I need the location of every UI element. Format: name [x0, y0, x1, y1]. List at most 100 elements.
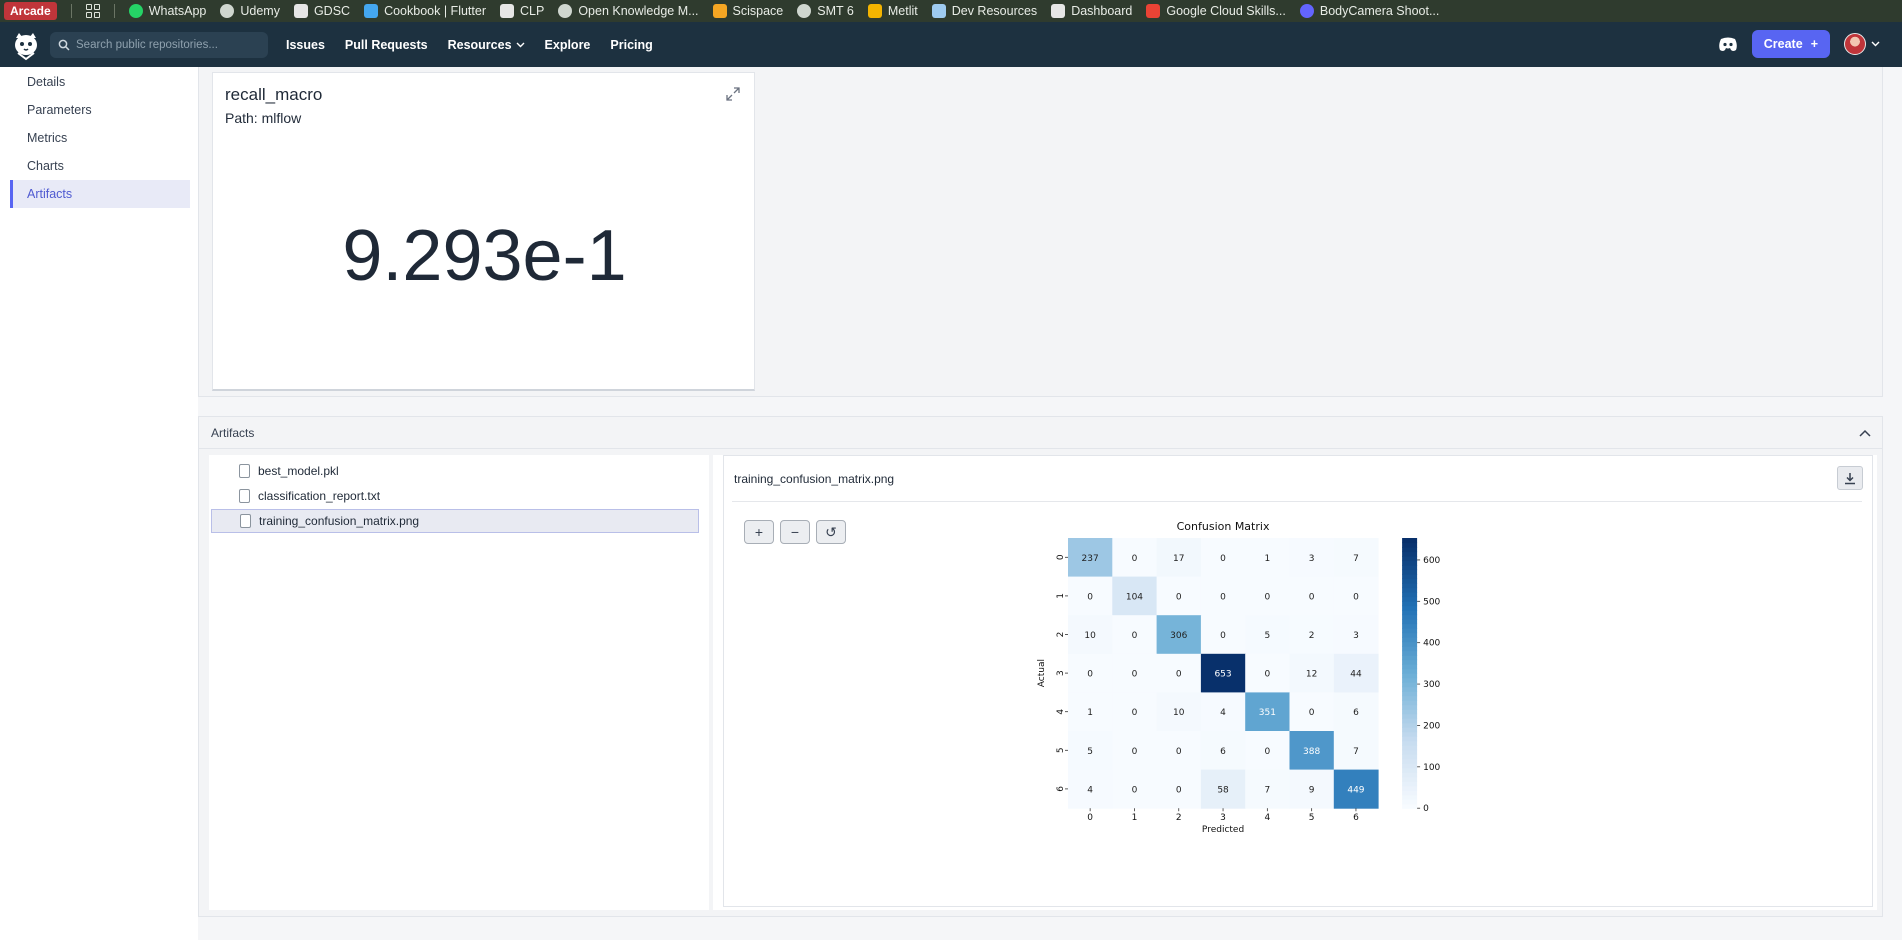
download-button[interactable]	[1837, 466, 1863, 490]
search-input[interactable]	[76, 38, 256, 51]
x-tick-label: 2	[1176, 813, 1182, 823]
artifacts-header[interactable]: Artifacts	[199, 417, 1882, 449]
bookmark-arcade[interactable]: Arcade	[4, 2, 57, 20]
bookmark-item[interactable]: Dev Resources	[931, 4, 1037, 18]
cell-value-label: 3	[1309, 554, 1315, 564]
dagshub-logo-icon[interactable]	[10, 29, 42, 61]
flutter-icon	[364, 4, 379, 18]
colorbar-segment	[1402, 551, 1418, 557]
bookmark-item[interactable]: GDSC	[293, 4, 350, 18]
apps-grid-icon[interactable]	[85, 4, 100, 18]
x-tick-label: 1	[1132, 813, 1138, 823]
cell-value-label: 237	[1082, 554, 1099, 564]
colorbar-segment	[1402, 695, 1418, 701]
chevron-down-icon	[516, 42, 525, 47]
cell-value-label: 0	[1264, 747, 1270, 757]
y-tick-label: 4	[1056, 709, 1066, 715]
bookmark-item[interactable]: Dashboard	[1051, 4, 1132, 18]
colorbar-segment	[1402, 623, 1418, 629]
y-tick-label: 2	[1056, 632, 1066, 638]
cell-value-label: 449	[1347, 785, 1364, 795]
drive-icon	[867, 4, 882, 18]
divider	[113, 4, 115, 18]
file-item[interactable]: best_model.pkl	[211, 459, 699, 483]
file-item[interactable]: classification_report.txt	[211, 484, 699, 508]
colorbar-segment	[1402, 587, 1418, 593]
colorbar-segment	[1402, 641, 1418, 647]
cell-value-label: 10	[1173, 708, 1185, 718]
cell-value-label: 6	[1220, 747, 1226, 757]
colorbar-tick-label: 0	[1423, 804, 1429, 814]
chevron-up-icon[interactable]	[1858, 426, 1872, 440]
sidebar-item-parameters[interactable]: Parameters	[10, 96, 190, 124]
bookmark-item[interactable]: Cookbook | Flutter	[364, 4, 486, 18]
bookmark-item[interactable]: Metlit	[867, 4, 918, 18]
cell-value-label: 0	[1176, 785, 1182, 795]
colorbar-segment	[1402, 722, 1418, 728]
colorbar-segment	[1402, 781, 1418, 787]
bookmark-item[interactable]: BodyCamera Shoot...	[1299, 4, 1439, 18]
search-box[interactable]	[50, 31, 268, 58]
sidebar-item-artifacts[interactable]: Artifacts	[10, 180, 190, 208]
expand-icon[interactable]	[726, 87, 740, 101]
colorbar-segment	[1402, 560, 1418, 566]
cell-value-label: 9	[1309, 785, 1315, 795]
file-name: classification_report.txt	[258, 489, 381, 503]
cell-value-label: 44	[1350, 670, 1362, 680]
cell-value-label: 653	[1214, 670, 1231, 680]
sidebar-item-charts[interactable]: Charts	[10, 152, 190, 180]
zoom-in-button[interactable]: +	[744, 520, 774, 544]
colorbar-segment	[1402, 659, 1418, 665]
bookmark-item[interactable]: Scispace	[712, 4, 784, 18]
bookmark-item[interactable]: Udemy	[220, 4, 280, 18]
sidebar-item-details[interactable]: Details	[10, 68, 190, 96]
metric-value: 9.293e-1	[342, 216, 627, 296]
create-button[interactable]: Create +	[1751, 30, 1830, 58]
metric-path: Path: mlflow	[225, 110, 302, 126]
colorbar-segment	[1402, 682, 1418, 688]
sidebar-item-metrics[interactable]: Metrics	[10, 124, 190, 152]
bookmark-item[interactable]: Google Cloud Skills...	[1146, 4, 1286, 18]
file-icon	[239, 489, 250, 503]
colorbar-segment	[1402, 632, 1418, 638]
reset-zoom-button[interactable]: ↺	[816, 520, 846, 544]
bookmark-item[interactable]: CLP	[499, 4, 544, 18]
nav-pull-requests[interactable]: Pull Requests	[335, 38, 438, 52]
experiment-sidebar: Details Parameters Metrics Charts Artifa…	[0, 67, 198, 940]
globe-icon	[220, 4, 235, 18]
colorbar-segment	[1402, 709, 1418, 715]
user-menu[interactable]	[1844, 33, 1880, 55]
bookmark-label: Metlit	[887, 4, 918, 18]
colorbar-tick-label: 600	[1423, 556, 1440, 566]
gdsc-icon	[293, 4, 308, 18]
colorbar-segment	[1402, 790, 1418, 796]
colorbar-segment	[1402, 664, 1418, 670]
cell-value-label: 6	[1353, 708, 1359, 718]
gcloud-icon	[1146, 4, 1161, 18]
bookmark-item[interactable]: Open Knowledge M...	[558, 4, 699, 18]
nav-pricing[interactable]: Pricing	[600, 38, 662, 52]
cell-value-label: 0	[1132, 785, 1138, 795]
discord-icon[interactable]	[1718, 37, 1738, 52]
bookmark-label: Dashboard	[1071, 4, 1133, 18]
colorbar-segment	[1402, 704, 1418, 710]
colorbar-segment	[1402, 538, 1418, 544]
y-tick-label: 1	[1056, 593, 1066, 599]
cell-value-label: 0	[1220, 592, 1226, 602]
nav-resources[interactable]: Resources	[438, 38, 535, 52]
cell-value-label: 0	[1132, 554, 1138, 564]
bookmark-label: Scispace	[732, 4, 784, 18]
colorbar-segment	[1402, 655, 1418, 661]
nav-explore[interactable]: Explore	[535, 38, 601, 52]
bookmark-item[interactable]: WhatsApp	[128, 4, 206, 18]
download-icon	[1845, 472, 1855, 484]
colorbar-segment	[1402, 547, 1418, 553]
bookmark-item[interactable]: SMT 6	[797, 4, 854, 18]
colorbar-segment	[1402, 745, 1418, 751]
cell-value-label: 7	[1353, 554, 1359, 564]
y-tick-label: 3	[1056, 670, 1066, 676]
nav-issues[interactable]: Issues	[276, 38, 335, 52]
zoom-out-button[interactable]: −	[780, 520, 810, 544]
file-item-selected[interactable]: training_confusion_matrix.png	[211, 509, 699, 533]
cell-value-label: 7	[1264, 785, 1270, 795]
